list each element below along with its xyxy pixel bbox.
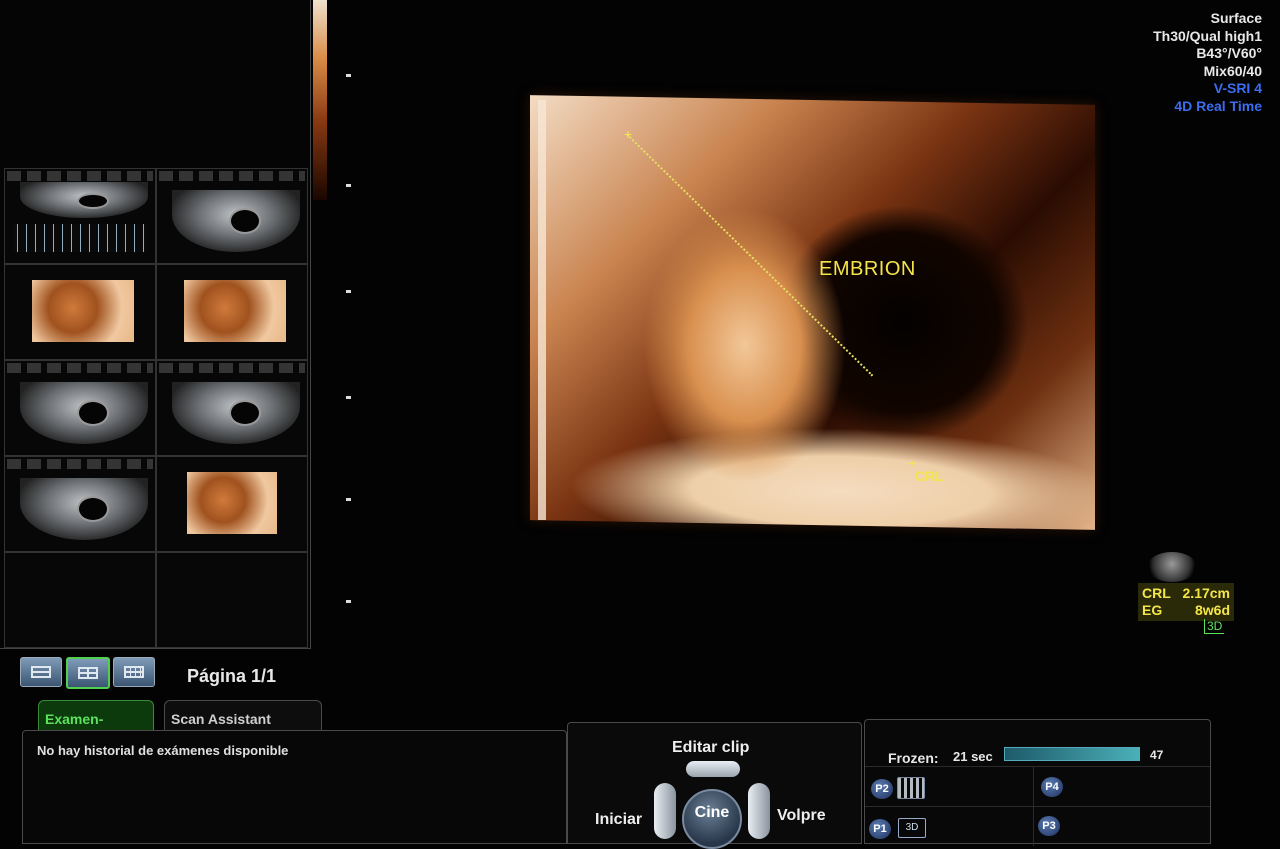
thumbnail-grid [4,168,308,648]
thumbnail-2d-scan[interactable] [4,360,156,456]
layout-2x2-button[interactable] [66,657,110,689]
caliper-start-marker[interactable]: + [622,127,634,141]
cine-right-arc-button[interactable] [748,783,770,839]
frozen-frame-count: 47 [1150,748,1164,762]
caliper-label: CRL [915,468,944,484]
orientation-sphere-icon [1147,552,1197,582]
preset-row [865,766,1210,767]
thumbnail-panel [0,0,311,649]
measurement-value: 2.17cm [1182,585,1230,601]
depth-tick [346,498,351,501]
measurement-row: EG 8w6d [1142,602,1230,619]
page-indicator: Página 1/1 [187,666,277,686]
cine-left-arc-button[interactable] [654,783,676,839]
depth-tick [346,184,351,187]
measurement-label: CRL [1142,585,1171,601]
3d-ultrasound-render[interactable] [530,95,1095,530]
cine-start-button[interactable]: Iniciar [595,811,642,829]
embryo-annotation: EMBRION [819,258,916,280]
cine-back-button[interactable]: Volpre [777,807,826,825]
thumbnail-2d-scan[interactable] [156,168,308,264]
measurement-value: 8w6d [1194,602,1230,618]
depth-tick [346,290,351,293]
depth-tick [346,396,351,399]
preset-p1-button[interactable]: P1 [869,819,891,839]
layout-1x1-button[interactable] [20,657,62,687]
single-layout-icon [31,666,51,678]
edit-clip-button[interactable]: Editar clip [672,739,749,757]
param-sri: V-SRI 4 [1213,80,1262,96]
mode-indicator: 3D [1204,619,1225,634]
depth-tick [346,74,351,77]
thumbnail-3d-render[interactable] [156,264,308,360]
measurement-row: CRL 2.17cm [1142,585,1230,602]
preset-p4-button[interactable]: P4 [1041,777,1063,797]
imaging-parameters: Surface Th30/Qual high1 B43°/V60° Mix60/… [1153,10,1262,115]
3d-icon: 3D [898,818,926,838]
tab-exam-history[interactable]: Examen-Histori [38,700,154,743]
param-threshold-quality: Th30/Qual high1 [1153,27,1262,44]
exam-history-panel: No hay historial de exámenes disponible [22,730,567,844]
thumbnail-empty [4,552,156,648]
param-acquisition-mode: 4D Real Time [1174,97,1262,114]
param-angles: B43°/V60° [1196,45,1262,61]
cine-knob[interactable]: Cine [682,789,742,849]
tab-scan-assistant[interactable]: Scan Assistant [164,700,322,730]
render-colorbar [313,0,327,200]
preset-row [865,806,1210,807]
measurement-label: EG [1142,602,1163,618]
param-render-mode: Surface [1210,10,1262,26]
multi-image-icon [897,777,925,799]
thumbnail-3d-render[interactable] [4,264,156,360]
frozen-progress-bar [1004,747,1140,761]
cine-control-panel: Editar clip Cine Iniciar Volpre [567,722,862,849]
cine-top-arc-button[interactable] [686,761,740,777]
history-empty-message: No hay historial de exámenes disponible [37,743,289,758]
layout-3x4-button[interactable] [113,657,155,687]
preset-p2-button[interactable]: P2 [871,779,893,799]
frozen-label: Frozen: [888,750,939,766]
measurement-results: CRL 2.17cm EG 8w6d [1138,583,1234,621]
preset-p3-button[interactable]: P3 [1038,816,1060,836]
thumbnail-2d-scan[interactable] [156,360,308,456]
thumbnail-empty [156,552,308,648]
thumbnail-3d-render[interactable] [156,456,308,552]
status-panel: Frozen: 21 sec 47 P2 P4 P1 3D P3 [864,719,1211,846]
preset-divider [1033,766,1034,806]
thumbnail-doppler[interactable] [4,168,156,264]
param-mix: Mix60/40 [1203,62,1262,79]
preset-divider [1033,806,1034,846]
frozen-time: 21 sec [953,749,993,764]
render-edge-highlight [538,100,546,520]
depth-tick [346,600,351,603]
thumbnail-2d-scan[interactable] [4,456,156,552]
grid-2x2-icon [78,667,98,679]
grid-3x4-icon [124,666,144,678]
